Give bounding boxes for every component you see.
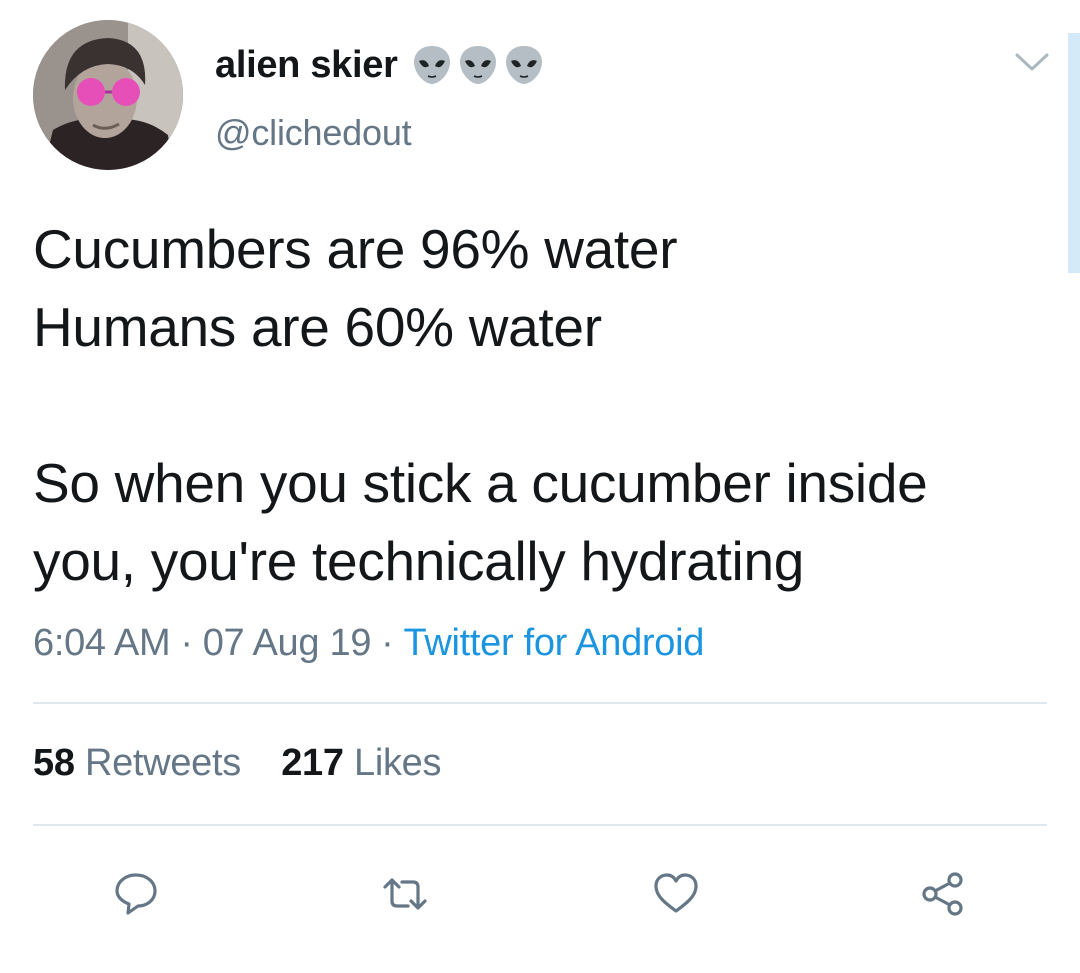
tweet-text-line: Cucumbers are 96% water — [33, 218, 678, 280]
like-icon — [654, 873, 698, 913]
reply-button[interactable] — [108, 866, 164, 922]
likes-count: 217 — [281, 742, 344, 784]
user-handle[interactable]: @clichedout — [215, 112, 544, 154]
name-emojis — [412, 44, 544, 86]
likes-stat[interactable]: 217 Likes — [281, 742, 441, 785]
retweet-icon — [383, 878, 427, 910]
tweet-source-link[interactable]: Twitter for Android — [404, 622, 705, 664]
meta-separator: · — [180, 622, 193, 664]
retweets-label: Retweets — [84, 742, 241, 784]
divider — [33, 702, 1047, 704]
retweets-stat[interactable]: 58 Retweets — [33, 742, 241, 785]
tweet-text-line: Humans are 60% water — [33, 296, 602, 358]
likes-label: Likes — [354, 742, 442, 784]
reply-icon — [115, 873, 157, 915]
display-name[interactable]: alien skier — [215, 44, 398, 87]
tweet-actions — [0, 866, 1080, 922]
tweet-text: Cucumbers are 96% water Humans are 60% w… — [33, 210, 1053, 600]
scrollbar[interactable] — [1068, 33, 1080, 273]
alien-emoji-icon — [505, 46, 542, 84]
like-button[interactable] — [648, 866, 704, 922]
more-options-button[interactable] — [1012, 46, 1052, 78]
avatar-image — [33, 20, 183, 170]
chevron-down-icon — [1015, 53, 1049, 71]
tweet-text-line: you, you're technically hydrating — [33, 530, 805, 592]
share-icon — [922, 872, 963, 916]
alien-emoji-icon — [459, 46, 496, 84]
tweet-time: 6:04 AM — [33, 622, 171, 664]
meta-separator: · — [381, 622, 394, 664]
retweet-button[interactable] — [377, 866, 433, 922]
tweet-text-blank-line — [33, 366, 1053, 444]
tweet-date: 07 Aug 19 — [202, 622, 372, 664]
tweet-text-line: So when you stick a cucumber inside — [33, 452, 928, 514]
retweets-count: 58 — [33, 742, 75, 784]
user-info: alien skier @clichedout — [215, 40, 544, 154]
divider — [33, 824, 1047, 826]
tweet-stats: 58 Retweets 217 Likes — [33, 742, 442, 785]
alien-emoji-icon — [413, 46, 450, 84]
tweet-detail: alien skier @clichedout Cucumbers are 96… — [0, 0, 1080, 973]
tweet-metadata: 6:04 AM · 07 Aug 19 · Twitter for Android — [33, 622, 704, 665]
share-button[interactable] — [915, 866, 971, 922]
display-name-row: alien skier — [215, 40, 544, 90]
avatar[interactable] — [33, 20, 183, 170]
